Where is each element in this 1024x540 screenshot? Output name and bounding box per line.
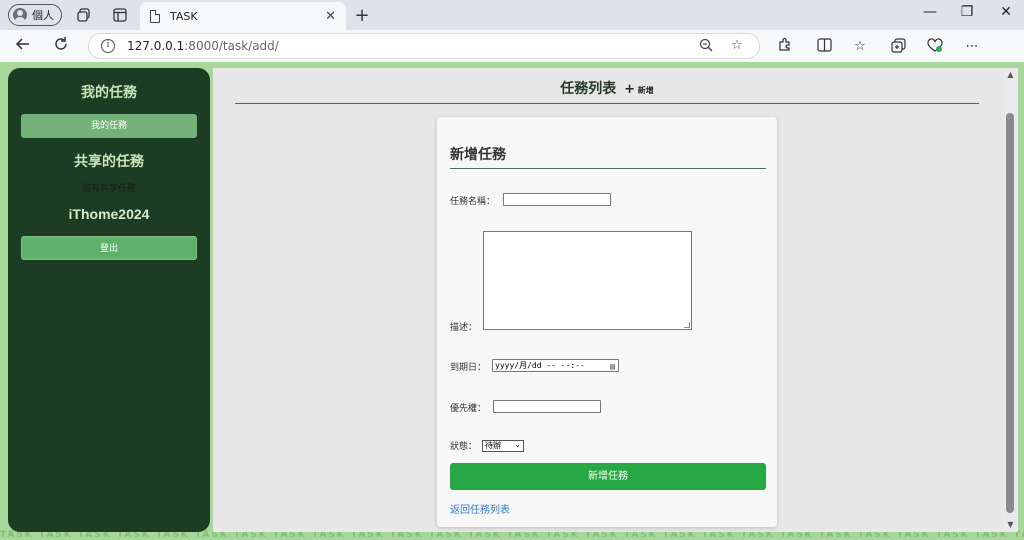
- tab-actions-icon[interactable]: [110, 5, 130, 25]
- add-task-link[interactable]: + 新增: [624, 82, 654, 97]
- restore-icon[interactable]: ❐: [956, 4, 978, 20]
- submit-task-button[interactable]: 新增任務: [450, 463, 766, 490]
- status-label: 狀態：: [450, 442, 478, 452]
- browser-essentials-icon[interactable]: [926, 38, 944, 56]
- back-arrow-icon[interactable]: [13, 36, 33, 56]
- extensions-icon[interactable]: [775, 37, 793, 55]
- description-textarea[interactable]: [483, 231, 692, 330]
- priority-input[interactable]: [493, 400, 601, 413]
- zoom-icon[interactable]: [699, 38, 713, 56]
- site-info-icon[interactable]: i: [101, 39, 115, 53]
- status-select[interactable]: 待辦 ⌄: [482, 440, 524, 452]
- add-task-form: 新增任務 任務名稱： 描述： 到期日： yyyy/月/dd -- --:-- ▤…: [437, 117, 777, 527]
- page-viewport: TASK TASK TASK TASK TASK TASK TASK TASK …: [0, 62, 1024, 540]
- profile-button[interactable]: 個人: [8, 4, 62, 26]
- due-date-input[interactable]: yyyy/月/dd -- --:-- ▤: [492, 359, 619, 372]
- more-menu-icon[interactable]: ⋯: [963, 38, 981, 56]
- browser-tab-task[interactable]: TASK ✕: [140, 2, 346, 30]
- page-scrollbar[interactable]: ▲ ▼: [1003, 68, 1018, 532]
- back-to-list-link[interactable]: 返回任務列表: [450, 501, 510, 516]
- page-header: 任務列表 + 新增: [235, 78, 979, 104]
- no-shared-tasks-text: 沒有共享任務: [81, 184, 136, 194]
- username: iThome2024: [68, 206, 150, 222]
- document-icon: [150, 9, 160, 23]
- browser-tab-bar: 個人 TASK ✕ + — ❐ ✕: [0, 0, 1024, 30]
- scroll-up-icon[interactable]: ▲: [1003, 68, 1018, 82]
- status-selected-value: 待辦: [485, 441, 501, 450]
- description-label: 描述：: [450, 323, 478, 333]
- sidebar: 我的任務 我的任務 共享的任務 沒有共享任務 iThome2024 登出: [8, 68, 210, 532]
- refresh-icon[interactable]: [51, 36, 71, 56]
- logout-button[interactable]: 登出: [21, 236, 197, 260]
- browser-toolbar: i 127.0.0.1:8000/task/add/ ☆ ☆ ⋯: [0, 30, 1024, 87]
- due-date-label: 到期日：: [450, 363, 487, 373]
- form-title: 新增任務: [450, 144, 766, 169]
- shared-tasks-title: 共享的任務: [74, 154, 144, 170]
- priority-label: 優先權：: [450, 404, 487, 414]
- plus-icon: +: [624, 82, 635, 97]
- chevron-down-icon: ⌄: [514, 440, 521, 449]
- task-name-label: 任務名稱：: [450, 197, 496, 207]
- url-text: 127.0.0.1:8000/task/add/: [127, 39, 279, 53]
- avatar-icon: [13, 8, 27, 22]
- split-screen-icon[interactable]: [815, 38, 833, 56]
- page-title: 任務列表: [560, 81, 617, 97]
- close-tab-icon[interactable]: ✕: [325, 9, 336, 24]
- address-bar[interactable]: i 127.0.0.1:8000/task/add/ ☆: [88, 33, 760, 59]
- minimize-icon[interactable]: —: [919, 4, 941, 20]
- calendar-icon[interactable]: ▤: [610, 361, 615, 372]
- collections-icon[interactable]: [889, 38, 907, 56]
- favorite-star-icon[interactable]: ☆: [731, 38, 743, 53]
- profile-label: 個人: [32, 9, 54, 22]
- scrollbar-thumb[interactable]: [1006, 113, 1014, 513]
- main-content: 任務列表 + 新增 新增任務 任務名稱： 描述： 到期日： yyyy/月/dd …: [213, 68, 1003, 532]
- close-window-icon[interactable]: ✕: [995, 4, 1017, 20]
- new-tab-icon[interactable]: +: [352, 5, 372, 26]
- favorites-icon[interactable]: ☆: [851, 38, 869, 56]
- scroll-down-icon[interactable]: ▼: [1003, 518, 1018, 532]
- task-name-input[interactable]: [503, 193, 611, 206]
- tab-title: TASK: [170, 9, 198, 23]
- sidebar-title: 我的任務: [81, 85, 137, 101]
- my-tasks-button[interactable]: 我的任務: [21, 114, 197, 138]
- workspaces-icon[interactable]: [74, 5, 94, 25]
